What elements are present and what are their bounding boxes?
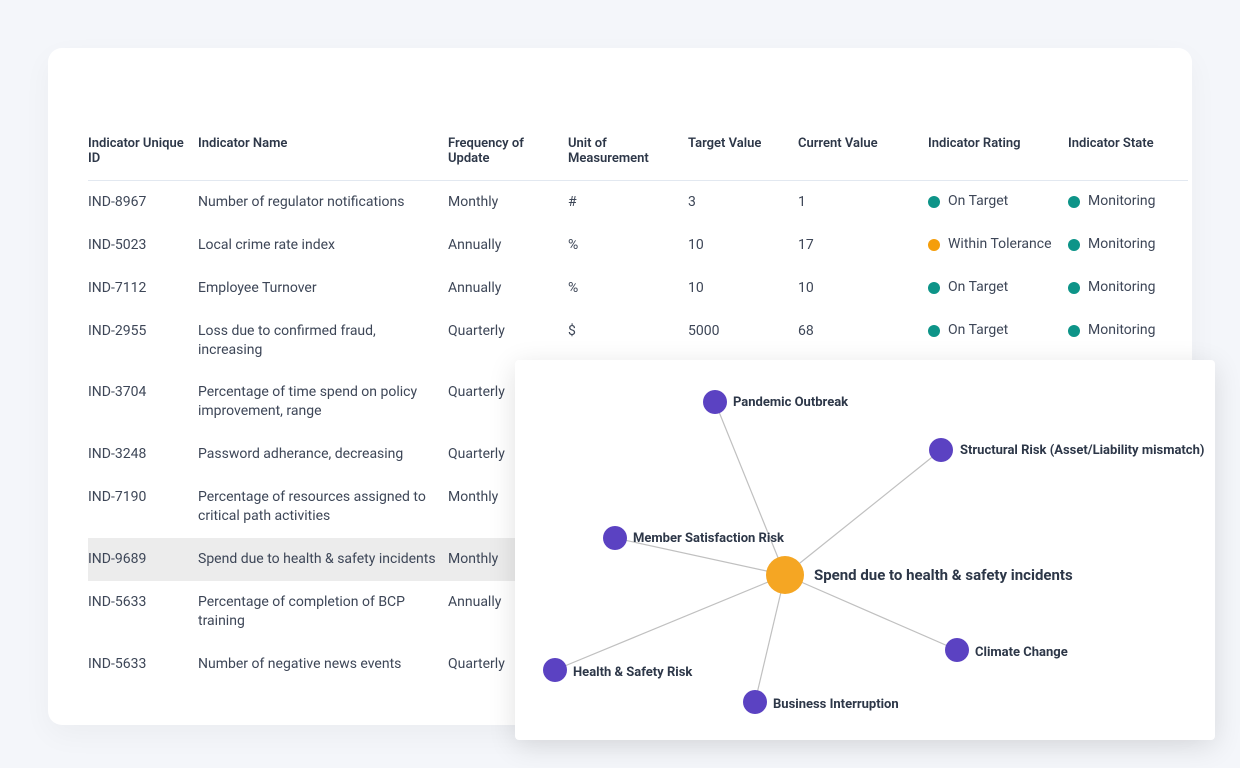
header-id[interactable]: Indicator Unique ID bbox=[88, 128, 198, 181]
cell-target: 10 bbox=[688, 267, 798, 310]
diagram-edge bbox=[555, 575, 785, 670]
cell-state: Monitoring bbox=[1068, 181, 1188, 224]
cell-name: Number of regulator notifications bbox=[198, 181, 448, 224]
cell-current: 17 bbox=[798, 224, 928, 267]
cell-freq: Annually bbox=[448, 224, 568, 267]
cell-id: IND-7190 bbox=[88, 476, 198, 538]
cell-name: Password adherance, decreasing bbox=[198, 433, 448, 476]
cell-current: 1 bbox=[798, 181, 928, 224]
status-dot-icon bbox=[928, 325, 940, 337]
status-dot-icon bbox=[1068, 239, 1080, 251]
cell-id: IND-2955 bbox=[88, 310, 198, 372]
cell-name: Number of negative news events bbox=[198, 643, 448, 686]
cell-id: IND-7112 bbox=[88, 267, 198, 310]
diagram-node-label: Climate Change bbox=[975, 645, 1068, 660]
state-label: Monitoring bbox=[1088, 236, 1156, 253]
table-row[interactable]: IND-5023Local crime rate indexAnnually%1… bbox=[88, 224, 1188, 267]
status-dot-icon bbox=[928, 282, 940, 294]
cell-target: 10 bbox=[688, 224, 798, 267]
cell-state: Monitoring bbox=[1068, 224, 1188, 267]
table-row[interactable]: IND-8967Number of regulator notification… bbox=[88, 181, 1188, 224]
status-dot-icon bbox=[928, 196, 940, 208]
cell-unit: % bbox=[568, 267, 688, 310]
diagram-node[interactable] bbox=[929, 438, 953, 462]
table-header-row: Indicator Unique ID Indicator Name Frequ… bbox=[88, 128, 1188, 181]
diagram-node[interactable] bbox=[945, 638, 969, 662]
cell-unit: # bbox=[568, 181, 688, 224]
relationship-diagram: Pandemic Outbreak Structural Risk (Asset/… bbox=[515, 360, 1215, 740]
diagram-edge bbox=[785, 450, 941, 575]
cell-id: IND-5023 bbox=[88, 224, 198, 267]
header-name[interactable]: Indicator Name bbox=[198, 128, 448, 181]
diagram-edge bbox=[785, 575, 957, 650]
status-dot-icon bbox=[1068, 196, 1080, 208]
cell-name: Local crime rate index bbox=[198, 224, 448, 267]
cell-id: IND-9689 bbox=[88, 538, 198, 581]
cell-id: IND-5633 bbox=[88, 643, 198, 686]
cell-name: Percentage of completion of BCP training bbox=[198, 581, 448, 643]
rating-label: On Target bbox=[948, 322, 1008, 339]
status-dot-icon bbox=[1068, 282, 1080, 294]
rating-label: On Target bbox=[948, 279, 1008, 296]
cell-id: IND-5633 bbox=[88, 581, 198, 643]
cell-id: IND-3248 bbox=[88, 433, 198, 476]
header-unit[interactable]: Unit of Measurement bbox=[568, 128, 688, 181]
cell-freq: Monthly bbox=[448, 181, 568, 224]
diagram-node-label: Pandemic Outbreak bbox=[733, 395, 849, 410]
header-state[interactable]: Indicator State bbox=[1068, 128, 1188, 181]
cell-target: 3 bbox=[688, 181, 798, 224]
status-dot-icon bbox=[1068, 325, 1080, 337]
header-target[interactable]: Target Value bbox=[688, 128, 798, 181]
header-current[interactable]: Current Value bbox=[798, 128, 928, 181]
cell-rating: On Target bbox=[928, 181, 1068, 224]
rating-label: Within Tolerance bbox=[948, 236, 1052, 253]
cell-id: IND-8967 bbox=[88, 181, 198, 224]
diagram-node[interactable] bbox=[703, 390, 727, 414]
diagram-center-label: Spend due to health & safety incidents bbox=[814, 566, 1073, 584]
cell-id: IND-3704 bbox=[88, 371, 198, 433]
header-rating[interactable]: Indicator Rating bbox=[928, 128, 1068, 181]
diagram-edge bbox=[755, 575, 785, 702]
cell-state: Monitoring bbox=[1068, 267, 1188, 310]
diagram-node-label: Health & Safety Risk bbox=[573, 665, 693, 680]
cell-unit: % bbox=[568, 224, 688, 267]
header-freq[interactable]: Frequency of Update bbox=[448, 128, 568, 181]
diagram-center-node[interactable] bbox=[766, 556, 804, 594]
cell-current: 10 bbox=[798, 267, 928, 310]
cell-name: Spend due to health & safety incidents bbox=[198, 538, 448, 581]
state-label: Monitoring bbox=[1088, 193, 1156, 210]
diagram-node[interactable] bbox=[743, 690, 767, 714]
cell-name: Percentage of time spend on policy impro… bbox=[198, 371, 448, 433]
rating-label: On Target bbox=[948, 193, 1008, 210]
table-row[interactable]: IND-7112Employee TurnoverAnnually%1010On… bbox=[88, 267, 1188, 310]
cell-rating: On Target bbox=[928, 267, 1068, 310]
diagram-node-label: Structural Risk (Asset/Liability mismatc… bbox=[960, 443, 1204, 458]
cell-freq: Annually bbox=[448, 267, 568, 310]
state-label: Monitoring bbox=[1088, 279, 1156, 296]
cell-name: Percentage of resources assigned to crit… bbox=[198, 476, 448, 538]
diagram-node[interactable] bbox=[543, 658, 567, 682]
cell-name: Employee Turnover bbox=[198, 267, 448, 310]
diagram-node-label: Member Satisfaction Risk bbox=[633, 531, 785, 546]
diagram-node-label: Business Interruption bbox=[773, 697, 899, 712]
state-label: Monitoring bbox=[1088, 322, 1156, 339]
diagram-node[interactable] bbox=[603, 526, 627, 550]
diagram-edge bbox=[715, 402, 785, 575]
cell-rating: Within Tolerance bbox=[928, 224, 1068, 267]
cell-name: Loss due to confirmed fraud, increasing bbox=[198, 310, 448, 372]
status-dot-icon bbox=[928, 239, 940, 251]
